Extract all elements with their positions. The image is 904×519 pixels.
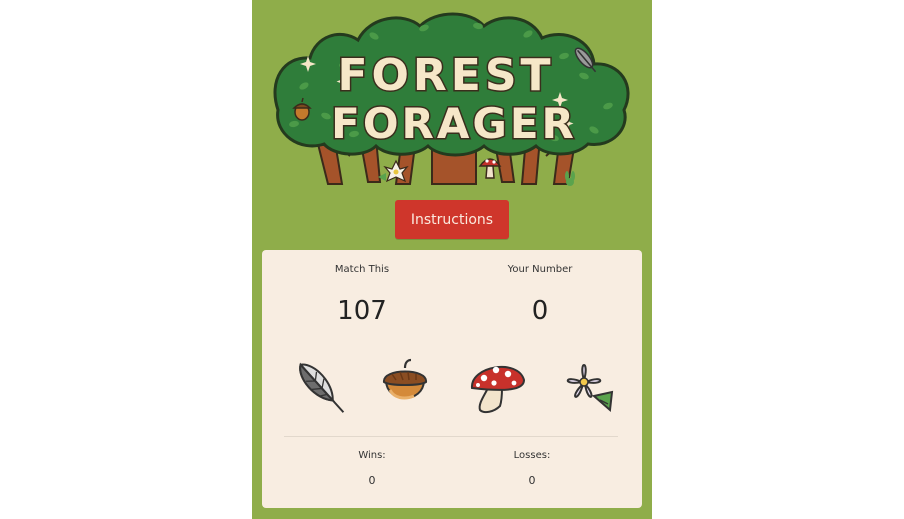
game-logo: FOREST FORAGER <box>264 6 640 192</box>
wins-value: 0 <box>368 474 376 487</box>
flower-icon <box>566 364 614 413</box>
game-panel: Match This Your Number 107 0 Wins: Losse… <box>262 250 642 508</box>
acorn-button[interactable] <box>374 356 436 416</box>
current-label: Your Number <box>507 264 573 275</box>
current-number: 0 <box>531 296 549 326</box>
target-number: 107 <box>337 296 387 326</box>
losses-value: 0 <box>528 474 536 487</box>
title-line-2: FORAGER <box>331 99 577 148</box>
acorn-icon <box>383 358 427 400</box>
forest-logo-illustration: FOREST FORAGER <box>273 12 630 186</box>
flower-button[interactable] <box>556 356 618 416</box>
mushroom-button[interactable] <box>466 356 528 416</box>
divider <box>284 436 618 437</box>
target-label: Match This <box>334 264 390 275</box>
feather-icon <box>299 362 345 413</box>
mushroom-icon <box>470 365 526 414</box>
title-line-1: FOREST <box>337 50 554 101</box>
feather-button[interactable] <box>284 356 346 416</box>
game-container: FOREST FORAGER Instructions Match This Y… <box>252 0 652 519</box>
losses-label: Losses: <box>513 450 551 461</box>
wins-label: Wins: <box>358 450 386 461</box>
instructions-button[interactable]: Instructions <box>395 200 509 239</box>
